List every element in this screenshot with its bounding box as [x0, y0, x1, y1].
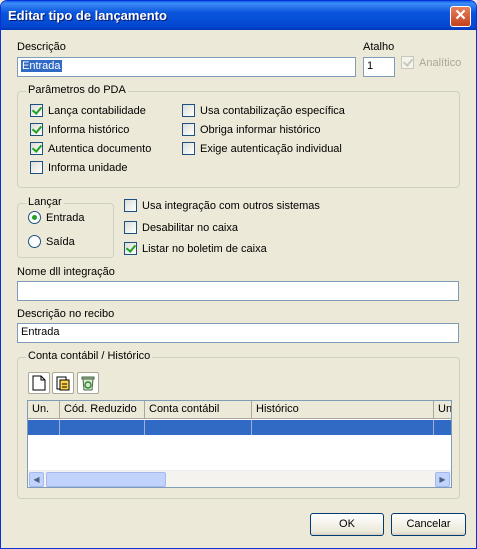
edit-button[interactable]	[52, 372, 74, 394]
column-header[interactable]: Conta contábil	[145, 401, 252, 419]
checkbox-label: Listar no boletim de caixa	[142, 242, 267, 255]
informa-unidade-checkbox[interactable]: Informa unidade	[30, 161, 128, 174]
checkbox-label: Usa contabilização específica	[200, 104, 345, 117]
checkbox-icon	[182, 123, 195, 136]
nome-dll-label: Nome dll integração	[17, 266, 115, 278]
checkbox-icon	[30, 161, 43, 174]
checkbox-label: Desabilitar no caixa	[142, 221, 238, 234]
conta-legend: Conta contábil / Histórico	[26, 350, 153, 362]
radio-icon	[28, 235, 41, 248]
checkbox-label: Lança contabilidade	[48, 104, 146, 117]
conta-table[interactable]: Un. Cód. Reduzido Conta contábil Históri…	[27, 400, 452, 488]
obriga-informar-historico-checkbox[interactable]: Obriga informar histórico	[182, 123, 320, 136]
checkbox-icon	[124, 199, 137, 212]
dialog-window: Editar tipo de lançamento ✕ Descrição En…	[0, 0, 477, 549]
lancar-legend: Lançar	[26, 196, 64, 208]
new-document-icon	[32, 375, 46, 391]
autentica-documento-checkbox[interactable]: Autentica documento	[30, 142, 151, 155]
checkbox-label: Informa unidade	[48, 161, 128, 174]
listar-no-boletim-checkbox[interactable]: Listar no boletim de caixa	[124, 242, 267, 255]
column-header[interactable]: Histórico	[252, 401, 434, 419]
window-title: Editar tipo de lançamento	[8, 8, 167, 23]
usa-contabilizacao-especifica-checkbox[interactable]: Usa contabilização específica	[182, 104, 345, 117]
scroll-right-icon[interactable]: ▶	[435, 472, 450, 487]
descricao-input[interactable]: Entrada	[17, 57, 356, 77]
checkbox-icon	[124, 221, 137, 234]
table-row[interactable]	[28, 420, 451, 435]
radio-label: Entrada	[46, 211, 85, 224]
scroll-thumb[interactable]	[46, 472, 166, 487]
atalho-input[interactable]: 1	[363, 57, 395, 77]
recycle-bin-icon	[81, 376, 95, 391]
horizontal-scrollbar[interactable]: ◀ ▶	[28, 470, 451, 487]
table-cell	[28, 420, 60, 435]
pda-legend: Parâmetros do PDA	[26, 84, 128, 96]
table-cell	[252, 420, 434, 435]
informa-historico-checkbox[interactable]: Informa histórico	[30, 123, 129, 136]
table-cell	[60, 420, 145, 435]
delete-button[interactable]	[77, 372, 99, 394]
exige-autenticacao-individual-checkbox[interactable]: Exige autenticação individual	[182, 142, 342, 155]
checkbox-label: Usa integração com outros sistemas	[142, 199, 320, 212]
saida-radio[interactable]: Saída	[28, 235, 75, 248]
table-cell	[145, 420, 252, 435]
close-button[interactable]: ✕	[450, 6, 471, 27]
checkbox-label: Autentica documento	[48, 142, 152, 155]
atalho-value: 1	[367, 60, 374, 72]
column-header[interactable]: Un	[434, 401, 451, 419]
ok-button[interactable]: OK	[310, 513, 384, 536]
analitico-check-icon	[401, 56, 414, 69]
table-header: Un. Cód. Reduzido Conta contábil Históri…	[28, 401, 451, 419]
checkbox-label: Obriga informar histórico	[200, 123, 321, 136]
entrada-radio[interactable]: Entrada	[28, 211, 85, 224]
checkbox-icon	[182, 142, 195, 155]
desabilitar-no-caixa-checkbox[interactable]: Desabilitar no caixa	[124, 221, 238, 234]
column-header[interactable]: Un.	[28, 401, 60, 419]
checkbox-icon	[30, 142, 43, 155]
checkbox-label: Informa histórico	[48, 123, 130, 136]
checkbox-icon	[182, 104, 195, 117]
descricao-label: Descrição	[17, 41, 66, 53]
analitico-checkbox: Analítico	[401, 56, 461, 69]
atalho-label: Atalho	[363, 41, 395, 53]
table-cell	[434, 420, 451, 435]
edit-icon	[56, 376, 70, 391]
radio-label: Saída	[46, 235, 75, 248]
descricao-recibo-label: Descrição no recibo	[17, 308, 115, 320]
descricao-value: Entrada	[21, 60, 62, 72]
usa-integracao-checkbox[interactable]: Usa integração com outros sistemas	[124, 199, 320, 212]
radio-icon	[28, 211, 41, 224]
checkbox-icon	[30, 104, 43, 117]
scroll-left-icon[interactable]: ◀	[29, 472, 44, 487]
column-header[interactable]: Cód. Reduzido	[60, 401, 145, 419]
nome-dll-input[interactable]	[17, 281, 459, 301]
checkbox-icon	[30, 123, 43, 136]
checkbox-icon	[124, 242, 137, 255]
cancel-button[interactable]: Cancelar	[391, 513, 466, 536]
new-button[interactable]	[28, 372, 50, 394]
checkbox-label: Exige autenticação individual	[200, 142, 342, 155]
descricao-recibo-value: Entrada	[21, 326, 60, 338]
analitico-label: Analítico	[419, 56, 462, 69]
descricao-recibo-input[interactable]: Entrada	[17, 323, 459, 343]
title-bar[interactable]: Editar tipo de lançamento ✕	[1, 1, 476, 30]
lanca-contabilidade-checkbox[interactable]: Lança contabilidade	[30, 104, 146, 117]
